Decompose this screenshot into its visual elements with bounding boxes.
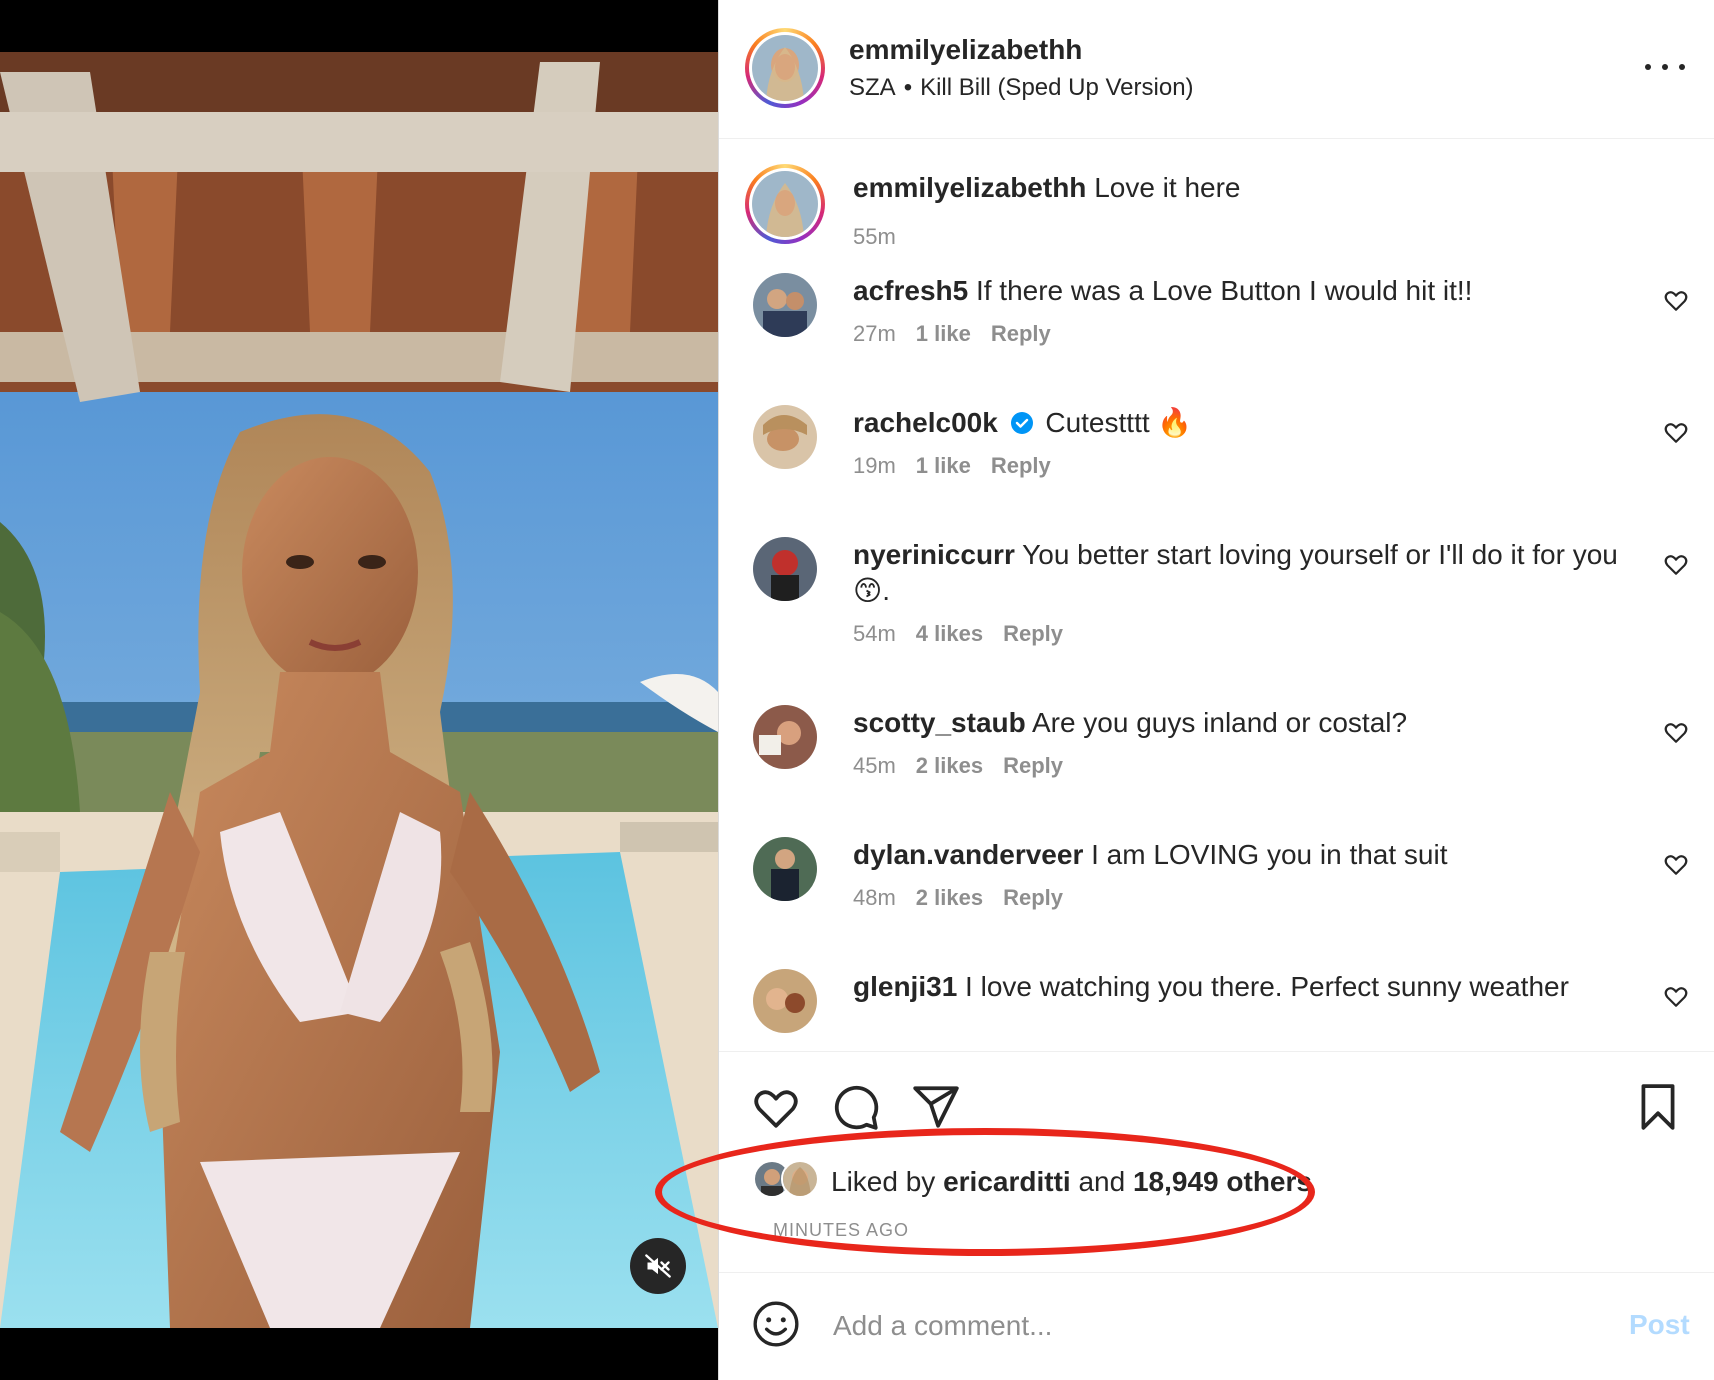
commenter-photo xyxy=(753,537,817,601)
commenter-photo xyxy=(753,837,817,901)
heart-icon[interactable] xyxy=(1663,287,1689,313)
reply-button[interactable]: Reply xyxy=(991,453,1051,478)
commenter-avatar[interactable] xyxy=(753,837,817,901)
author-avatar[interactable] xyxy=(745,28,825,108)
commenter-photo xyxy=(753,969,817,1033)
mute-button[interactable] xyxy=(630,1238,686,1294)
comment-username[interactable]: scotty_staub xyxy=(853,707,1026,738)
comment-body: Are you guys inland or costal? xyxy=(1031,707,1408,738)
comment-text: rachelc00k Cutestttt 🔥 xyxy=(853,405,1633,441)
reply-button[interactable]: Reply xyxy=(1003,885,1063,910)
caption: emmilyelizabethh Love it here xyxy=(853,172,1241,204)
reply-button[interactable]: Reply xyxy=(991,321,1051,346)
comment-meta: 54m 4 likes Reply xyxy=(853,621,1063,647)
likes-count[interactable]: 18,949 others xyxy=(1133,1166,1312,1197)
heart-icon[interactable] xyxy=(1663,719,1689,745)
commenter-avatar[interactable] xyxy=(753,537,817,601)
commenter-avatar[interactable] xyxy=(753,969,817,1033)
video-frame[interactable] xyxy=(0,52,718,1328)
liked-by-prefix: Liked by xyxy=(831,1166,936,1197)
comment-meta: 45m 2 likes Reply xyxy=(853,753,1063,779)
comment-likes[interactable]: 1 like xyxy=(916,453,971,478)
commenter-avatar[interactable] xyxy=(753,273,817,337)
comment-composer: Post xyxy=(719,1272,1714,1380)
heart-icon[interactable] xyxy=(751,1082,801,1132)
comment-bubble-icon[interactable] xyxy=(831,1082,881,1132)
comment-text: nyeriniccurr You better start loving you… xyxy=(853,537,1633,609)
post-timestamp[interactable]: MINUTES AGO xyxy=(773,1220,909,1241)
reply-button[interactable]: Reply xyxy=(1003,621,1063,646)
heart-icon[interactable] xyxy=(1663,419,1689,445)
audio-artist[interactable]: SZA xyxy=(849,74,896,101)
comment-likes[interactable]: 2 likes xyxy=(916,753,983,778)
comment-time: 27m xyxy=(853,321,896,346)
more-horizontal-icon xyxy=(1645,64,1651,70)
post-header: emmilyelizabethh SZA • Kill Bill (Sped Up … xyxy=(719,0,1714,139)
comment-text: dylan.vanderveer I am LOVING you in that… xyxy=(853,837,1633,873)
comment-username[interactable]: acfresh5 xyxy=(853,275,968,306)
comment-time: 45m xyxy=(853,753,896,778)
comment-text: acfresh5 If there was a Love Button I wo… xyxy=(853,273,1633,309)
comment-time: 48m xyxy=(853,885,896,910)
comment-meta: 48m 2 likes Reply xyxy=(853,885,1063,911)
commenter-avatar[interactable] xyxy=(753,705,817,769)
comment-text: glenji31 I love watching you there. Perf… xyxy=(853,969,1633,1005)
comments-list[interactable]: emmilyelizabethh Love it here 55m acfres… xyxy=(719,140,1714,1051)
liker-avatar[interactable] xyxy=(781,1160,819,1198)
caption-username[interactable]: emmilyelizabethh xyxy=(853,172,1086,203)
liked-by-text: Liked by ericarditti and 18,949 others xyxy=(831,1166,1312,1198)
commenter-photo xyxy=(753,273,817,337)
heart-icon[interactable] xyxy=(1663,851,1689,877)
post-comment-button[interactable]: Post xyxy=(1629,1309,1690,1341)
more-horizontal-icon-dot xyxy=(1679,64,1685,70)
comment-username[interactable]: nyeriniccurr xyxy=(853,539,1015,570)
comment-body: Cutestttt 🔥 xyxy=(1045,407,1193,438)
audio-attribution[interactable]: SZA • Kill Bill (Sped Up Version) xyxy=(849,74,1194,102)
comment-meta: 27m 1 like Reply xyxy=(853,321,1051,347)
comment-text: scotty_staub Are you guys inland or cost… xyxy=(853,705,1633,741)
paper-plane-icon[interactable] xyxy=(911,1082,961,1132)
comment-username[interactable]: dylan.vanderveer xyxy=(853,839,1083,870)
comment-username[interactable]: rachelc00k xyxy=(853,407,998,438)
comment-body: I love watching you there. Perfect sunny… xyxy=(965,971,1569,1002)
comment-likes[interactable]: 1 like xyxy=(916,321,971,346)
post-details-panel: emmilyelizabethh SZA • Kill Bill (Sped Up … xyxy=(655,0,1714,1380)
caption-author-avatar[interactable] xyxy=(745,164,825,244)
more-horizontal-icon-dot xyxy=(1662,64,1668,70)
bookmark-icon[interactable] xyxy=(1633,1082,1683,1132)
comment-username[interactable]: glenji31 xyxy=(853,971,957,1002)
comment-likes[interactable]: 2 likes xyxy=(916,885,983,910)
caption-body: Love it here xyxy=(1094,172,1241,203)
caption-time: 55m xyxy=(853,224,896,249)
video-still-image xyxy=(0,52,718,1328)
post-media[interactable] xyxy=(0,0,718,1380)
author-username[interactable]: emmilyelizabethh xyxy=(849,34,1082,66)
commenter-photo xyxy=(753,405,817,469)
smiley-icon[interactable] xyxy=(751,1299,801,1349)
comment-time: 19m xyxy=(853,453,896,478)
liked-by-middle: and xyxy=(1078,1166,1126,1197)
heart-icon[interactable] xyxy=(1663,551,1689,577)
more-options-button[interactable] xyxy=(1645,52,1685,82)
liker-photo xyxy=(783,1162,817,1196)
commenter-photo xyxy=(753,705,817,769)
commenter-avatar[interactable] xyxy=(753,405,817,469)
audio-separator: • xyxy=(903,74,913,101)
heart-icon[interactable] xyxy=(1663,983,1689,1009)
comment-body: I am LOVING you in that suit xyxy=(1091,839,1448,870)
author-photo xyxy=(752,35,818,101)
audio-title[interactable]: Kill Bill (Sped Up Version) xyxy=(920,74,1193,101)
speaker-muted-icon xyxy=(645,1254,671,1278)
caption-author-photo xyxy=(752,171,818,237)
comment-likes[interactable]: 4 likes xyxy=(916,621,983,646)
comment-input[interactable] xyxy=(833,1301,1533,1351)
comment-meta: 19m 1 like Reply xyxy=(853,453,1051,479)
liked-by-user[interactable]: ericarditti xyxy=(943,1166,1071,1197)
post-actions: Liked by ericarditti and 18,949 others M… xyxy=(655,1051,1714,1271)
comment-body: If there was a Love Button I would hit i… xyxy=(975,275,1473,306)
comment-time: 54m xyxy=(853,621,896,646)
verified-badge-icon xyxy=(1010,412,1033,434)
reply-button[interactable]: Reply xyxy=(1003,753,1063,778)
